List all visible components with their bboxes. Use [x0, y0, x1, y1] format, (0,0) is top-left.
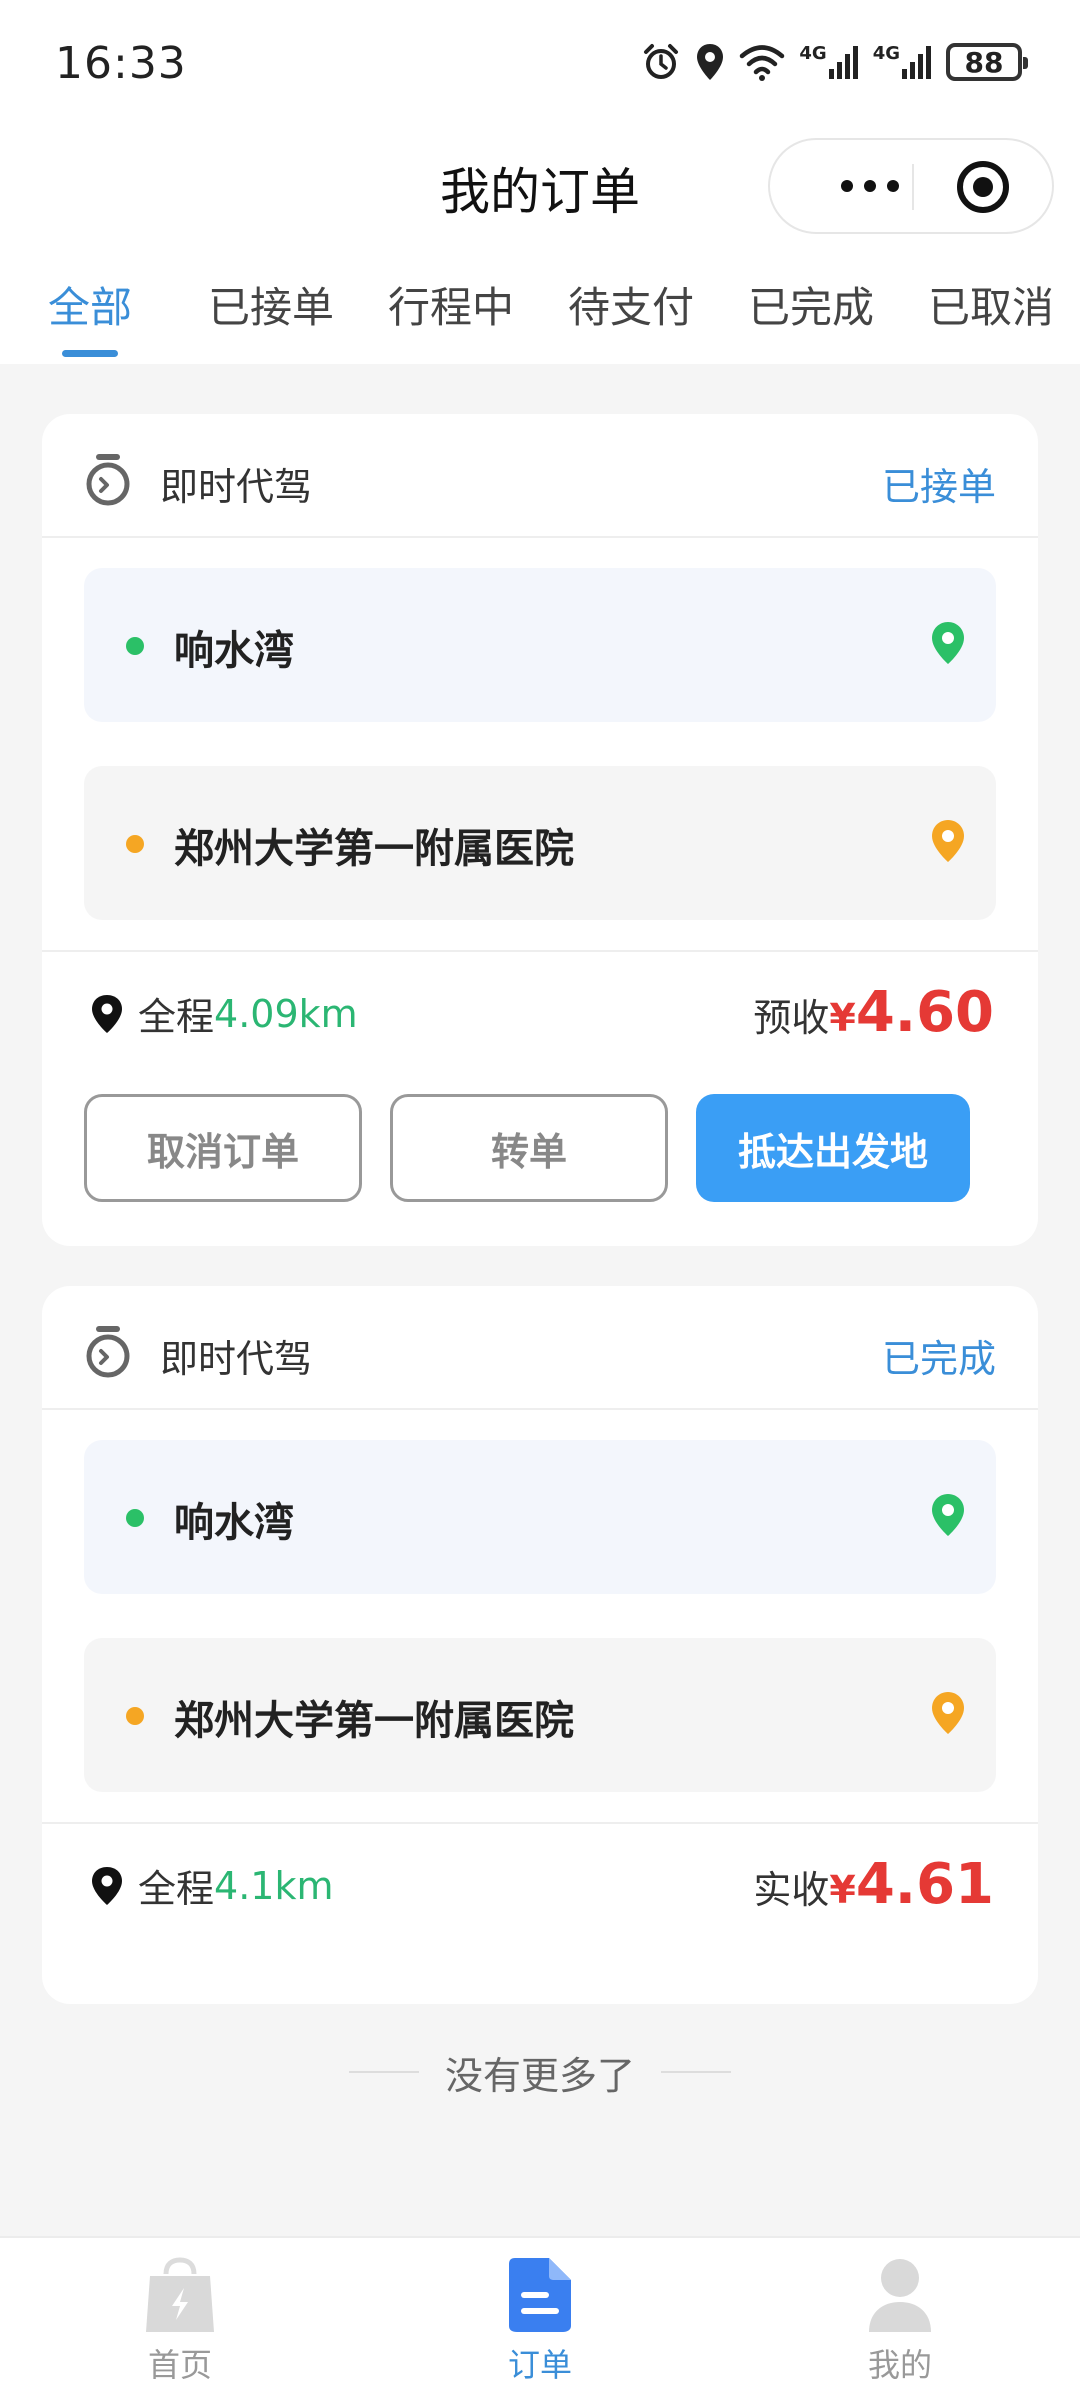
trip-distance: 全程 4.1km: [90, 1858, 333, 1913]
tab-pending-payment[interactable]: 待支付: [568, 274, 694, 335]
distance-label: 全程: [138, 995, 215, 1039]
destination-name: 郑州大学第一附属医院: [174, 826, 574, 872]
capsule-divider: [912, 164, 914, 210]
origin-dot: [126, 637, 144, 655]
origin-name: 响水湾: [174, 1500, 294, 1546]
active-tab-indicator: [62, 350, 118, 357]
origin-dot: [126, 1509, 144, 1527]
status-bar: 16:33 4G 4G 88: [0, 0, 1080, 134]
divider-line: [661, 2071, 731, 2073]
status-icons: 4G 4G 88: [641, 42, 1028, 82]
origin-pin-icon: [932, 1494, 964, 1536]
signal-4g-2: 4G: [873, 45, 932, 79]
order-fare: 预收 ¥ 4.60: [753, 980, 994, 1045]
location-pin-icon: [92, 994, 122, 1033]
tabbar-item-orders[interactable]: 订单: [440, 2256, 640, 2386]
battery-indicator: 88: [946, 43, 1028, 81]
order-type: 即时代驾: [160, 1337, 313, 1381]
cancel-order-button[interactable]: 取消订单: [84, 1094, 362, 1202]
fare-amount: 4.61: [855, 1852, 994, 1917]
wifi-icon: [740, 45, 785, 81]
distance-label: 全程: [138, 1867, 215, 1911]
tab-all[interactable]: 全部: [48, 274, 132, 335]
tab-in-progress[interactable]: 行程中: [388, 274, 514, 335]
order-fare: 实收 ¥ 4.61: [753, 1852, 994, 1917]
nav-bar: 我的订单: [0, 134, 1080, 238]
tabbar-label: 订单: [507, 2346, 572, 2384]
target-close-icon: [957, 161, 1009, 213]
destination-pin-icon: [932, 820, 964, 862]
location-pin-icon: [92, 1866, 122, 1905]
order-status: 已完成: [881, 1337, 996, 1381]
location-status-icon: [697, 44, 724, 80]
origin-pin-icon: [932, 622, 964, 664]
signal-bars-icon: [828, 46, 858, 79]
destination-address[interactable]: 郑州大学第一附属医院: [84, 766, 996, 920]
distance-value: 4.1km: [214, 1863, 334, 1908]
origin-address[interactable]: 响水湾: [84, 1440, 996, 1594]
fare-label: 实收: [753, 1868, 830, 1912]
destination-dot: [126, 1707, 144, 1725]
user-avatar-icon: [869, 2259, 931, 2332]
arrive-origin-button[interactable]: 抵达出发地: [696, 1094, 970, 1202]
tab-accepted[interactable]: 已接单: [208, 274, 334, 335]
tab-cancelled[interactable]: 已取消: [928, 274, 1054, 335]
card-divider: [42, 950, 1038, 952]
tabbar-label: 首页: [147, 2346, 212, 2384]
fare-amount: 4.60: [855, 980, 994, 1045]
status-time: 16:33: [55, 38, 187, 89]
card-divider: [42, 1822, 1038, 1824]
shopping-bag-icon: [146, 2257, 214, 2332]
more-dots-icon: [841, 180, 899, 192]
list-end-indicator: 没有更多了: [0, 2048, 1080, 2098]
destination-name: 郑州大学第一附属医院: [174, 1698, 574, 1744]
order-status-tabs: 全部 已接单 行程中 待支付 已完成 已取消: [0, 262, 1080, 364]
stopwatch-icon: [86, 1326, 130, 1378]
distance-value: 4.09km: [214, 991, 358, 1036]
signal-4g-1: 4G: [799, 45, 858, 79]
signal-bars-icon: [902, 46, 931, 79]
tabbar-label: 我的: [867, 2346, 932, 2384]
order-card-header: 即时代驾 已接单: [42, 414, 1038, 538]
stopwatch-icon: [86, 454, 130, 506]
no-more-text: 没有更多了: [444, 2053, 635, 2098]
tabbar-item-home[interactable]: 首页: [80, 2256, 280, 2386]
currency-symbol: ¥: [829, 996, 856, 1040]
trip-distance: 全程 4.09km: [90, 986, 358, 1041]
destination-dot: [126, 835, 144, 853]
origin-name: 响水湾: [174, 628, 294, 674]
divider-line: [348, 2071, 419, 2073]
order-status: 已接单: [881, 465, 996, 509]
mini-program-capsule: [768, 138, 1054, 234]
currency-symbol: ¥: [829, 1868, 856, 1912]
tab-completed[interactable]: 已完成: [748, 274, 874, 335]
order-card[interactable]: 即时代驾 已接单 响水湾 郑州大学第一附属医院 全程 4.09km 预收 ¥ 4…: [42, 414, 1038, 1246]
order-document-icon: [509, 2258, 571, 2332]
origin-address[interactable]: 响水湾: [84, 568, 996, 722]
tabbar-item-profile[interactable]: 我的: [800, 2256, 1000, 2386]
bottom-tab-bar: 首页 订单 我的: [0, 2236, 1080, 2388]
alarm-icon: [644, 44, 679, 79]
destination-address[interactable]: 郑州大学第一附属医院: [84, 1638, 996, 1792]
transfer-order-button[interactable]: 转单: [390, 1094, 668, 1202]
destination-pin-icon: [932, 1692, 964, 1734]
order-card-header: 即时代驾 已完成: [42, 1286, 1038, 1410]
order-card[interactable]: 即时代驾 已完成 响水湾 郑州大学第一附属医院 全程 4.1km 实收 ¥ 4.…: [42, 1286, 1038, 2004]
fare-label: 预收: [753, 996, 830, 1040]
close-capsule-button[interactable]: [956, 160, 1010, 218]
order-type: 即时代驾: [160, 465, 313, 509]
